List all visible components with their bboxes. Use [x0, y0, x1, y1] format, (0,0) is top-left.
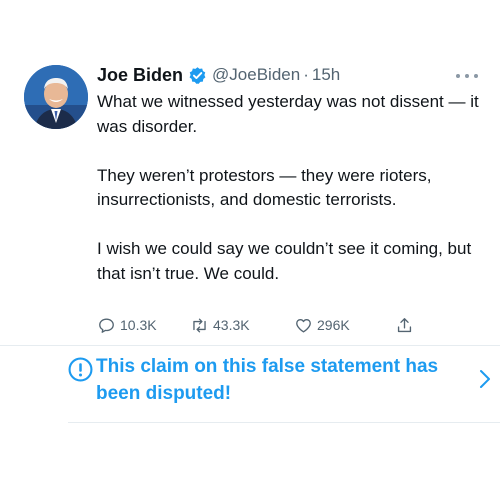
- more-dot: [465, 74, 469, 78]
- info-icon: [68, 357, 93, 382]
- heart-icon: [296, 318, 311, 333]
- separator-dot: ·: [303, 65, 309, 84]
- tweet-paragraph: What we witnessed yesterday was not diss…: [97, 92, 479, 136]
- more-dot: [474, 74, 478, 78]
- avatar-photo-icon: [24, 65, 88, 129]
- tweet-header: Joe Biden @JoeBiden · 15h: [97, 63, 340, 87]
- like-button[interactable]: 296K: [294, 314, 350, 336]
- author-name[interactable]: Joe Biden: [97, 65, 183, 86]
- share-icon: [397, 317, 412, 332]
- author-handle[interactable]: @JoeBiden: [212, 65, 300, 85]
- like-count: 296K: [317, 317, 350, 333]
- retweet-count: 43.3K: [213, 317, 250, 333]
- verified-badge-icon: [189, 66, 206, 84]
- tweet-card[interactable]: Joe Biden @JoeBiden · 15h What we witnes…: [0, 0, 500, 500]
- avatar[interactable]: [24, 65, 88, 129]
- more-options-icon[interactable]: [456, 72, 478, 80]
- tweet-paragraph: They weren’t protestors — they were riot…: [97, 165, 432, 210]
- share-button[interactable]: [395, 314, 418, 336]
- tweet-paragraph: I wish we could say we couldn’t see it c…: [97, 239, 472, 283]
- timestamp[interactable]: 15h: [312, 65, 340, 85]
- disputed-notice-text[interactable]: This claim on this false statement has b…: [96, 353, 466, 407]
- divider: [68, 422, 500, 423]
- reply-count: 10.3K: [120, 317, 157, 333]
- retweet-icon: [193, 317, 206, 333]
- chevron-right-icon[interactable]: [478, 369, 492, 389]
- tweet-actions: 10.3K 43.3K 296K: [97, 314, 427, 336]
- retweet-button[interactable]: 43.3K: [190, 314, 250, 336]
- tweet-text: What we witnessed yesterday was not diss…: [97, 90, 487, 286]
- reply-button[interactable]: 10.3K: [97, 314, 157, 336]
- more-dot: [456, 74, 460, 78]
- reply-icon: [99, 317, 114, 333]
